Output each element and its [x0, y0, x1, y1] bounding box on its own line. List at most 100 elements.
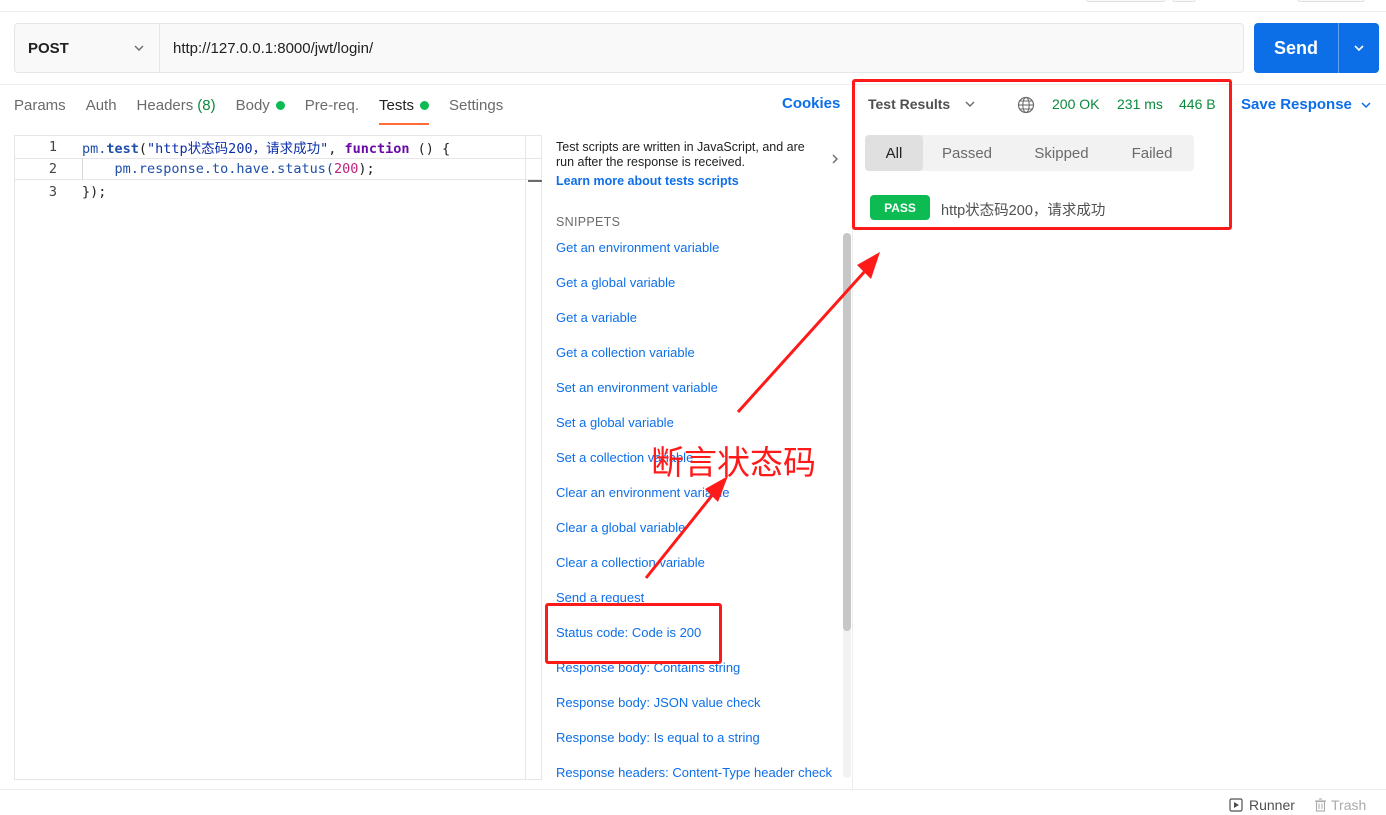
tab-label: Headers: [136, 96, 194, 114]
top-strip: [0, 0, 1386, 12]
editor-scrollbar[interactable]: [525, 136, 542, 779]
status-dot-icon: [420, 100, 429, 110]
line-number: 2: [48, 161, 57, 177]
code-text: pm.test("http状态码200，请求成功", function () {: [82, 137, 450, 157]
cookies-link[interactable]: Cookies: [782, 95, 840, 112]
chevron-down-icon: [1361, 101, 1371, 108]
method-label: POST: [28, 39, 69, 57]
snippet-item[interactable]: Response body: Contains string: [556, 660, 740, 675]
send-button[interactable]: Send: [1254, 23, 1338, 73]
learn-more-link[interactable]: Learn more about tests scripts: [556, 174, 739, 188]
tab-body[interactable]: Body: [236, 92, 285, 118]
tab-settings[interactable]: Settings: [449, 92, 503, 118]
tab-headers[interactable]: Headers (8): [137, 92, 216, 118]
code-line: 3 });: [15, 181, 541, 203]
response-time[interactable]: 231 ms: [1117, 96, 1163, 112]
tab-label: Tests: [378, 96, 414, 114]
code-token: pm.: [82, 141, 107, 157]
snippet-item[interactable]: Set a global variable: [556, 415, 674, 430]
snippet-item[interactable]: Get a variable: [556, 310, 637, 325]
filter-all[interactable]: All: [865, 135, 923, 171]
code-token: test: [106, 141, 139, 157]
annotation-label: 断言状态码: [651, 443, 816, 482]
snippet-item[interactable]: Get a global variable: [556, 275, 675, 290]
send-button-group: Send: [1254, 23, 1379, 73]
snippets-intro: Test scripts are written in JavaScript, …: [556, 140, 805, 169]
snippets-scrollbar[interactable]: [843, 233, 851, 778]
trash-button[interactable]: Trash: [1314, 797, 1366, 813]
tab-auth[interactable]: Auth: [86, 92, 117, 118]
divider: [0, 84, 1386, 85]
snippet-item[interactable]: Response headers: Content-Type header ch…: [556, 765, 832, 780]
chevron-down-icon: [1354, 45, 1364, 52]
method-select[interactable]: POST: [15, 24, 160, 72]
snippet-item-status-code[interactable]: Status code: Code is 200: [556, 625, 701, 640]
headers-count: (8): [197, 96, 216, 114]
tab-label: Body: [235, 96, 270, 114]
tab-label: Auth: [85, 96, 117, 114]
request-url-bar: POST: [14, 23, 1244, 73]
chevron-down-icon: [965, 101, 975, 107]
tab-pre-request[interactable]: Pre-req.: [305, 92, 359, 118]
top-ghost-button: [1172, 0, 1196, 2]
pass-badge: PASS: [870, 195, 930, 220]
tab-label: Pre-req.: [304, 96, 359, 114]
trash-icon: [1315, 798, 1326, 812]
code-token: 200: [333, 161, 359, 177]
runner-label: Runner: [1249, 797, 1295, 813]
snippet-item[interactable]: Response body: JSON value check: [556, 695, 761, 710]
snippet-item[interactable]: Clear a global variable: [556, 520, 685, 535]
filter-passed[interactable]: Passed: [923, 135, 1011, 171]
line-number: 1: [48, 139, 57, 155]
tab-label: Params: [14, 96, 66, 114]
status-dot-icon: [275, 100, 285, 110]
snippets-title: SNIPPETS: [556, 215, 621, 229]
code-text: });: [82, 184, 107, 200]
code-token: pm.response.to.have.status(: [82, 161, 334, 177]
top-ghost-button: [1297, 0, 1365, 2]
globe-icon[interactable]: [1017, 96, 1035, 114]
snippet-item[interactable]: Get a collection variable: [556, 345, 695, 360]
code-line: 1 pm.test("http状态码200，请求成功", function ()…: [15, 136, 541, 158]
code-line: 2 pm.response.to.have.status(200);: [15, 158, 541, 180]
status-code[interactable]: 200 OK: [1052, 96, 1099, 112]
snippet-item[interactable]: Send a request: [556, 590, 644, 605]
test-results-select[interactable]: Test Results: [868, 96, 976, 112]
panel-divider: [852, 84, 853, 790]
top-ghost-button: [1086, 0, 1166, 2]
snippet-item[interactable]: Get an environment variable: [556, 240, 719, 255]
test-script-editor[interactable]: 1 pm.test("http状态码200，请求成功", function ()…: [14, 135, 542, 780]
chevron-right-icon[interactable]: [828, 152, 842, 166]
filter-skipped[interactable]: Skipped: [1011, 135, 1112, 171]
line-number: 3: [48, 184, 57, 200]
snippet-item[interactable]: Response body: Is equal to a string: [556, 730, 760, 745]
code-token: ,: [328, 141, 345, 157]
tab-tests[interactable]: Tests: [378, 92, 430, 125]
test-results-label: Test Results: [868, 96, 951, 112]
code-text: pm.response.to.have.status(200);: [82, 161, 375, 177]
code-token: );: [358, 161, 375, 177]
arrow-head: [857, 252, 880, 279]
snippet-item[interactable]: Clear an environment variable: [556, 485, 729, 500]
runner-button[interactable]: Runner: [1229, 797, 1295, 813]
indent-guide: [82, 158, 83, 180]
trash-label: Trash: [1331, 797, 1367, 813]
snippet-item[interactable]: Set an environment variable: [556, 380, 718, 395]
test-result-name: http状态码200，请求成功: [941, 203, 1106, 219]
send-options-button[interactable]: [1339, 23, 1379, 73]
scroll-marker: [528, 180, 542, 182]
code-token: (: [138, 141, 148, 157]
save-response-label: Save Response: [1241, 96, 1352, 113]
save-response-button[interactable]: Save Response: [1241, 96, 1372, 113]
chevron-down-icon: [134, 45, 144, 51]
code-token: () {: [409, 141, 451, 157]
request-tabs: Params Auth Headers (8) Body Pre-req. Tes…: [14, 92, 523, 125]
snippet-item[interactable]: Clear a collection variable: [556, 555, 705, 570]
result-filter: All Passed Skipped Failed: [865, 135, 1194, 171]
url-input[interactable]: [160, 24, 1243, 72]
code-token: "http状态码200，请求成功": [147, 141, 329, 157]
tab-params[interactable]: Params: [14, 92, 66, 118]
scrollbar-thumb[interactable]: [843, 233, 851, 631]
filter-failed[interactable]: Failed: [1112, 135, 1192, 171]
response-size[interactable]: 446 B: [1179, 96, 1216, 112]
